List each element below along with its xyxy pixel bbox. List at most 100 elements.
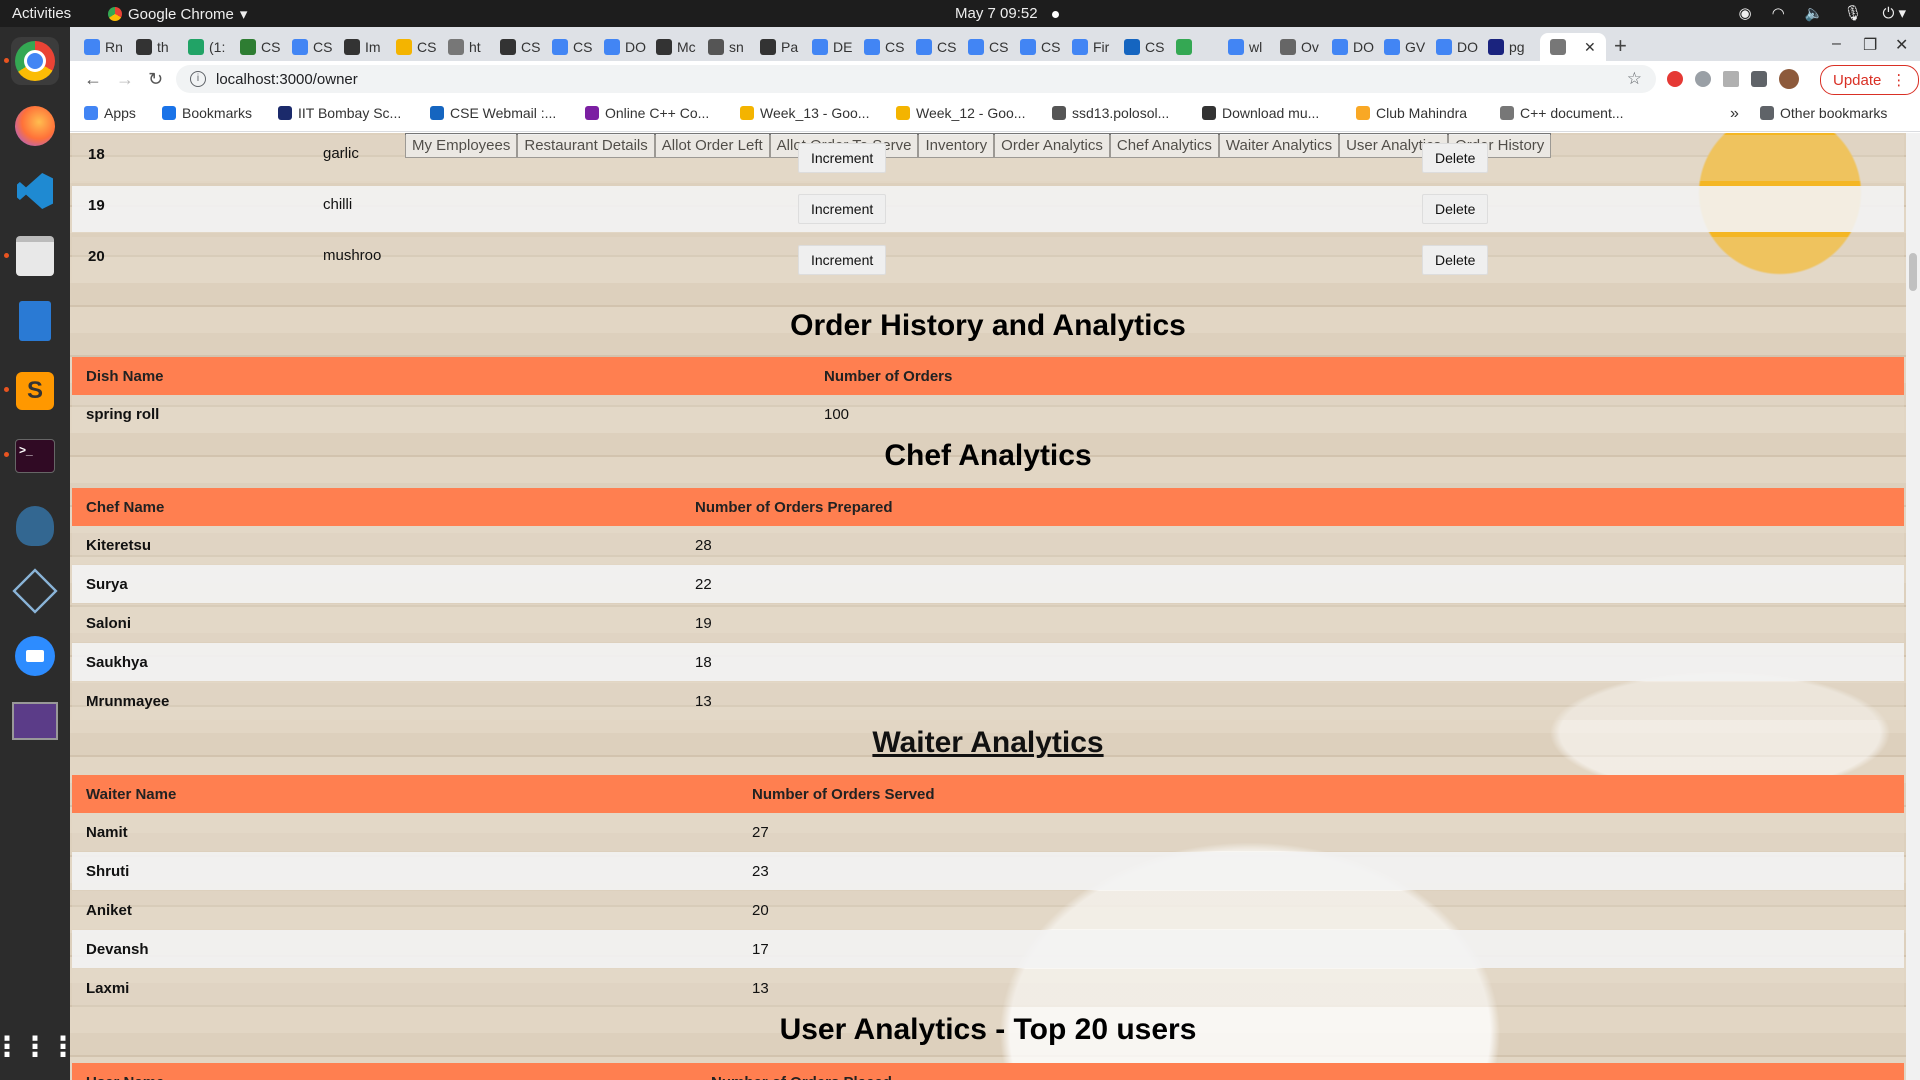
browser-tab[interactable]: DO (604, 33, 646, 61)
browser-tab[interactable]: Fir (1072, 33, 1109, 61)
user-heading: User Analytics - Top 20 users (779, 1013, 1197, 1046)
zoom-icon[interactable] (11, 632, 59, 680)
bookmark-item[interactable]: Online C++ Co... (585, 105, 709, 121)
bookmark-item[interactable]: CSE Webmail :... (430, 105, 556, 121)
bookmark-item[interactable]: Club Mahindra (1356, 105, 1467, 121)
delete-button[interactable]: Delete (1422, 245, 1489, 275)
address-bar[interactable]: i localhost:3000/owner ☆ (176, 65, 1656, 93)
browser-tab[interactable]: wl (1228, 33, 1262, 61)
bookmark-item[interactable]: Week_13 - Goo... (740, 105, 869, 121)
browser-tab[interactable]: ✕ (1540, 33, 1606, 61)
apps-shortcut[interactable]: Apps (84, 105, 136, 121)
bookmarks-overflow-chevron[interactable]: » (1730, 105, 1739, 123)
browser-tab[interactable]: pg (1488, 33, 1525, 61)
browser-tab[interactable]: DO (1436, 33, 1478, 61)
browser-tab[interactable]: DE (812, 33, 852, 61)
bookmark-item[interactable]: Bookmarks (162, 105, 252, 121)
waiter-heading[interactable]: Waiter Analytics (70, 726, 1906, 760)
chrome-icon[interactable] (11, 37, 59, 85)
postgresql-icon[interactable] (11, 502, 59, 550)
tab-favicon-icon (1436, 39, 1452, 55)
browser-tab[interactable]: CS (396, 33, 436, 61)
browser-tab[interactable]: CS (552, 33, 592, 61)
browser-tab[interactable]: (1: (188, 33, 225, 61)
row-count: 13 (752, 980, 769, 997)
files-icon[interactable] (11, 232, 59, 280)
increment-button[interactable]: Increment (798, 194, 887, 224)
browser-tab[interactable]: CS (292, 33, 332, 61)
bookmark-item[interactable]: Week_12 - Goo... (896, 105, 1025, 121)
bookmark-item[interactable]: ssd13.polosol... (1052, 105, 1169, 121)
show-applications-icon[interactable]: ⋮⋮⋮ (0, 1022, 77, 1070)
firefox-icon[interactable] (11, 102, 59, 150)
tab-title: CS (573, 39, 593, 55)
increment-button[interactable]: Increment (798, 245, 887, 275)
row-count: 22 (695, 576, 712, 593)
system-tray[interactable]: ◉ ◠ 🔈 🎙 ⏻ ▾ (1739, 4, 1906, 22)
delete-button[interactable]: Delete (1422, 143, 1489, 173)
translate-icon[interactable] (1695, 71, 1711, 87)
tab-favicon-icon (396, 39, 412, 55)
back-icon[interactable]: ← (84, 69, 102, 90)
restore-icon[interactable]: ❐ (1863, 35, 1877, 55)
browser-tab[interactable]: CS (864, 33, 904, 61)
browser-tab[interactable]: Pa (760, 33, 798, 61)
browser-tab[interactable] (1176, 33, 1197, 61)
browser-tab[interactable]: CS (1020, 33, 1060, 61)
bookmark-favicon-icon (1052, 106, 1066, 120)
reload-icon[interactable]: ↻ (148, 69, 163, 90)
increment-button[interactable]: Increment (798, 143, 887, 173)
browser-tab[interactable]: CS (916, 33, 956, 61)
terminal-icon[interactable]: >_ (11, 432, 59, 480)
close-tab-icon[interactable]: ✕ (1584, 39, 1596, 56)
sublime-text-icon[interactable]: S (11, 367, 59, 415)
other-bookmarks-folder[interactable]: Other bookmarks (1760, 105, 1887, 121)
profile-avatar[interactable] (1779, 69, 1799, 89)
browser-tab[interactable]: CS (1124, 33, 1164, 61)
browser-tab[interactable]: ht (448, 33, 481, 61)
mail-icon[interactable] (1723, 71, 1739, 87)
adblock-icon[interactable] (1667, 71, 1683, 87)
vscode-icon[interactable] (11, 167, 59, 215)
bookmark-item[interactable]: Download mu... (1202, 105, 1319, 121)
new-tab-icon[interactable]: + (1614, 33, 1627, 59)
browser-tab[interactable]: GV (1384, 33, 1425, 61)
chef-table-header: Chef Name Number of Orders Prepared (72, 488, 1904, 526)
row-count: 17 (752, 941, 769, 958)
browser-tab[interactable]: CS (240, 33, 280, 61)
scrollbar[interactable] (1906, 133, 1920, 1080)
tab-title: sn (729, 39, 744, 55)
browser-tab[interactable]: sn (708, 33, 744, 61)
browser-tab[interactable]: CS (500, 33, 540, 61)
bookmark-item[interactable]: C++ document... (1500, 105, 1624, 121)
virtualbox-icon[interactable] (11, 567, 59, 615)
tab-favicon-icon (864, 39, 880, 55)
browser-tab[interactable]: Im (344, 33, 381, 61)
video-editor-icon[interactable] (11, 697, 59, 745)
row-name: Namit (86, 824, 128, 841)
minimize-icon[interactable]: – (1832, 35, 1841, 53)
scrollbar-thumb[interactable] (1909, 253, 1917, 291)
clock[interactable]: May 7 09:52 (955, 5, 1059, 22)
libreoffice-writer-icon[interactable] (11, 297, 59, 345)
column-header: Chef Name (86, 499, 165, 516)
app-menu[interactable]: Google Chrome ▾ (108, 5, 247, 23)
browser-tab[interactable]: th (136, 33, 169, 61)
tab-title: Fir (1093, 39, 1110, 55)
extensions-icon[interactable] (1751, 71, 1767, 87)
browser-tab[interactable]: Mc (656, 33, 696, 61)
close-window-icon[interactable]: ✕ (1895, 35, 1908, 55)
browser-tab[interactable]: DO (1332, 33, 1374, 61)
delete-button[interactable]: Delete (1422, 194, 1489, 224)
tab-title: CS (937, 39, 957, 55)
browser-tab[interactable]: Ov (1280, 33, 1319, 61)
activities-button[interactable]: Activities (12, 5, 71, 22)
update-button[interactable]: Update ⋮ (1820, 65, 1920, 95)
bookmark-item[interactable]: IIT Bombay Sc... (278, 105, 401, 121)
browser-tab[interactable]: CS (968, 33, 1008, 61)
forward-icon[interactable]: → (116, 69, 134, 90)
bookmark-star-icon[interactable]: ☆ (1627, 69, 1642, 89)
tab-favicon-icon (552, 39, 568, 55)
browser-tab[interactable]: Rn (84, 33, 123, 61)
site-info-icon[interactable]: i (190, 71, 206, 87)
